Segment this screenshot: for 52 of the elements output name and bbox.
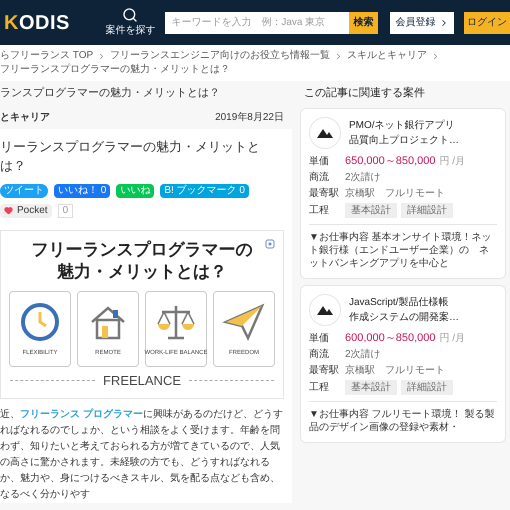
process-tag: 詳細設計 [401,202,453,218]
field-value: 2次請け [345,170,381,184]
search-jobs-link[interactable]: 案件を探す [104,7,158,38]
illustration-caption: FREELANCE [102,372,182,390]
field-label: 商流 [309,170,330,184]
job-card[interactable]: PMO/ネット銀行アプリ 品質向上プロジェクト… 単価 650,000～850,000 円 /月 商流 2次請け 最寄駅 京橋駅 フルリモート 工程 基本設計 詳細設計 ▼お仕事内容 基本オンサイト環境！ネット銀行様（エンドユーザー企業）の ネットバンキングアプリを中心と [300,108,506,278]
article-title: リーランスプログラマーの魅力・メリットとは？ [0,138,261,175]
category-label[interactable]: とキャリア [0,110,50,124]
job-card[interactable]: JavaScript/製品仕様帳 作成システムの開発案… 単価 600,000～850,000 円 /月 商流 2次請け 最寄駅 京橋駅 フルリモート 工程 基本設計 詳細設計 ▼お仕事内容 フルリモート環境！ 製る製品のデザイン画像の登録や素材・ [300,284,506,442]
illustration-title: フリーランスプログラマーの 魅力・メリットとは？ [32,238,252,282]
job-description: ▼お仕事内容 フルリモート環境！ 製る製品のデザイン画像の登録や素材・ [309,408,496,434]
price-unit: 円 /月 [440,332,466,344]
post-date: 2019年8月22日 [215,110,285,124]
price-unit: 円 /月 [440,154,466,168]
process-tag: 基本設計 [345,380,397,394]
field-label: 最寄駅 [309,186,340,200]
search-button[interactable]: 検索 [348,12,378,34]
job-description: ▼お仕事内容 基本オンサイト環境！ネット銀行様（エンドユーザー企業）の ネットバンキングアプリを中心と [309,230,493,270]
mountain-icon [316,304,334,316]
field-label: 最寄駅 [309,364,340,376]
breadcrumb-link[interactable]: らフリーランス TOP [0,49,94,63]
field-label: 単価 [309,154,330,168]
job-title[interactable]: PMO/ネット銀行アプリ 品質向上プロジェクト… [349,118,459,148]
share-button[interactable]: Pocket [0,204,52,218]
price: 650,000～850,000 [345,154,436,168]
job-title[interactable]: JavaScript/製品仕様帳 作成システムの開発案… [349,294,459,324]
share-button[interactable]: いいね！ 0 [54,184,110,198]
share-count: 0 [58,204,74,218]
breadcrumb-link[interactable]: フリーランスプログラマーの魅力・メリットとは？ [0,63,230,77]
search-icon [122,7,138,23]
breadcrumb-link[interactable]: スキルとキャリア [347,49,428,63]
field-label: 工程 [309,204,330,216]
page-title: ランスプログラマーの魅力・メリットとは？ [0,86,221,101]
site-logo[interactable]: KODIS [0,8,104,38]
mountain-icon [316,126,334,138]
field-label: 工程 [309,380,330,394]
breadcrumb-link[interactable]: フリーランスエンジニア向けのお役立ち情報一覧 [110,49,330,63]
login-button[interactable]: ログイン [464,12,510,34]
field-value: 京橋駅 フルリモート [345,364,445,376]
zoom-icon[interactable] [265,238,275,248]
field-value: 2次請け [345,348,381,360]
field-value: 京橋駅 フルリモート [345,186,445,200]
price: 600,000～850,000 [345,332,436,344]
register-button[interactable]: 会員登録 [390,12,454,34]
sidebar-heading: この記事に関連する案件 [303,86,426,101]
search-field[interactable]: キーワードを入力 例：Java 東京 [165,12,349,34]
pocket-icon [4,206,13,215]
field-label: 商流 [309,348,330,360]
process-tag: 詳細設計 [401,380,453,394]
field-label: 単価 [309,332,330,344]
process-tag: 基本設計 [345,202,397,218]
article-paragraph: 近、フリーランス プログラマーに興味があるのだけど、どうすればなれるのでしょか、という相談をよく受けます。年齢を問わず、知りたいと考えておられる方が増てきているので、人気の高さに驚かされます。未経験の方でも、どうすればなれるか、魅力や、身につけるべきスキル、気を配る点なども含め、なるべく分かりやす [0,407,284,502]
